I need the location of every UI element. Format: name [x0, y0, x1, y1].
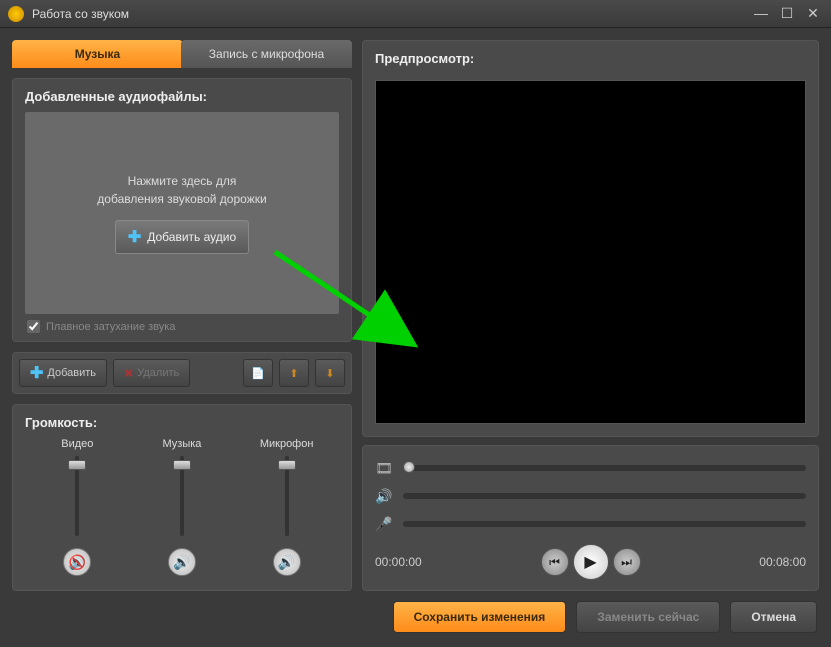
- volume-panel: Громкость: Видео 🔊🚫 Музыка: [12, 404, 352, 591]
- play-controls: ⏮ ▶ ⏭: [541, 544, 641, 580]
- bottom-buttons: Сохранить изменения Заменить сейчас Отме…: [12, 601, 819, 635]
- maximize-button[interactable]: ☐: [777, 6, 797, 22]
- music-speaker-icon[interactable]: 🔊: [168, 548, 196, 576]
- mic-volume-slider[interactable]: [275, 456, 299, 536]
- add-audio-button[interactable]: ✚ Добавить аудио: [115, 220, 249, 254]
- audio-drop-zone[interactable]: Нажмите здесь для добавления звуковой до…: [25, 112, 339, 314]
- file-button[interactable]: 📄: [243, 359, 273, 387]
- audio-track-slider[interactable]: [403, 493, 806, 499]
- titlebar: Работа со звуком — ☐ ✕: [0, 0, 831, 28]
- fade-checkbox-row[interactable]: Плавное затухание звука: [25, 314, 339, 333]
- play-button[interactable]: ▶: [573, 544, 609, 580]
- preview-panel: Предпросмотр:: [362, 40, 819, 437]
- window-title: Работа со звуком: [32, 7, 745, 21]
- add-button[interactable]: ✚Добавить: [19, 359, 107, 387]
- x-icon: ✖: [124, 367, 133, 380]
- video-volume-slider[interactable]: [65, 456, 89, 536]
- next-button[interactable]: ⏭: [613, 548, 641, 576]
- remove-button[interactable]: ✖Удалить: [113, 359, 190, 387]
- volume-title: Громкость:: [25, 415, 339, 430]
- time-total: 00:08:00: [759, 555, 806, 569]
- fade-checkbox[interactable]: [27, 320, 40, 333]
- move-down-button[interactable]: ⬇: [315, 359, 345, 387]
- audio-files-panel: Добавленные аудиофайлы: Нажмите здесь дл…: [12, 78, 352, 342]
- arrow-up-icon: ⬆: [289, 367, 298, 380]
- audio-panel-title: Добавленные аудиофайлы:: [25, 89, 339, 104]
- audio-track-row: 🔊: [375, 484, 806, 508]
- drop-hint: Нажмите здесь для добавления звуковой до…: [97, 172, 266, 208]
- tabs: Музыка Запись с микрофона: [12, 40, 352, 68]
- mic-speaker-icon[interactable]: 🔊: [273, 548, 301, 576]
- file-icon: 📄: [251, 367, 265, 380]
- tab-mic-record[interactable]: Запись с микрофона: [181, 40, 352, 68]
- video-mute-icon[interactable]: 🔊🚫: [63, 548, 91, 576]
- app-icon: [8, 6, 24, 22]
- plus-icon: ✚: [128, 227, 141, 247]
- cancel-button[interactable]: Отмена: [730, 601, 817, 633]
- speaker-icon: 🔊: [375, 488, 393, 505]
- minimize-button[interactable]: —: [751, 6, 771, 22]
- tracks-panel: 🎞 🔊 🎤 00:00:00 ⏮ ▶ ⏭: [362, 445, 819, 591]
- volume-video: Видео 🔊🚫: [37, 438, 117, 576]
- preview-title: Предпросмотр:: [375, 51, 806, 66]
- film-icon: 🎞: [375, 460, 393, 477]
- add-audio-label: Добавить аудио: [147, 230, 236, 244]
- plus-icon: ✚: [30, 363, 43, 383]
- time-current: 00:00:00: [375, 555, 422, 569]
- move-up-button[interactable]: ⬆: [279, 359, 309, 387]
- fade-label: Плавное затухание звука: [46, 321, 175, 333]
- tab-music[interactable]: Музыка: [12, 40, 183, 68]
- video-track-row: 🎞: [375, 456, 806, 480]
- volume-music: Музыка 🔊: [142, 438, 222, 576]
- video-track-slider[interactable]: [403, 465, 806, 471]
- audio-toolbar: ✚Добавить ✖Удалить 📄 ⬆ ⬇: [12, 352, 352, 394]
- mic-track-slider[interactable]: [403, 521, 806, 527]
- save-button[interactable]: Сохранить изменения: [393, 601, 567, 633]
- replace-now-button[interactable]: Заменить сейчас: [576, 601, 720, 633]
- mic-icon: 🎤: [375, 516, 393, 533]
- mic-track-row: 🎤: [375, 512, 806, 536]
- preview-area: [375, 80, 806, 424]
- volume-mic: Микрофон 🔊: [247, 438, 327, 576]
- arrow-down-icon: ⬇: [325, 367, 334, 380]
- close-button[interactable]: ✕: [803, 6, 823, 22]
- music-volume-slider[interactable]: [170, 456, 194, 536]
- prev-button[interactable]: ⏮: [541, 548, 569, 576]
